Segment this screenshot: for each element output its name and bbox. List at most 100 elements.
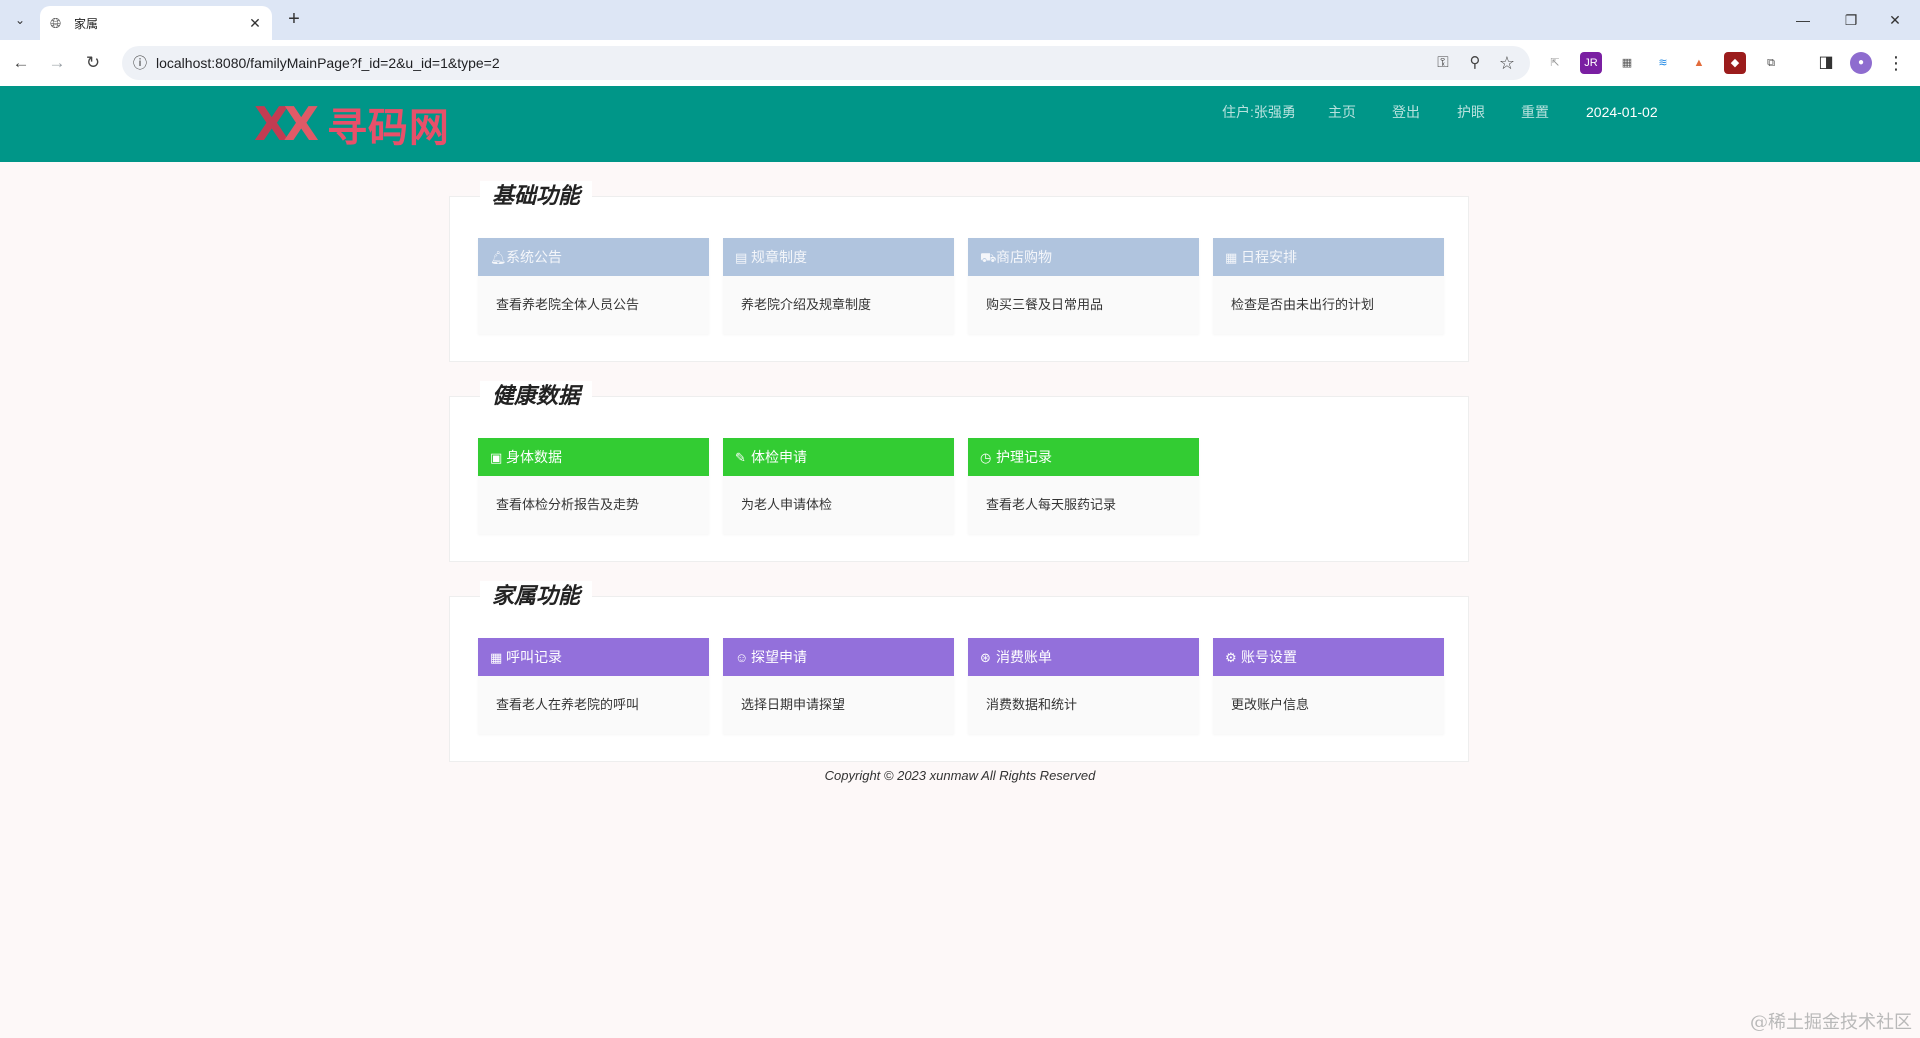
calendar-icon: ▦: [1225, 250, 1238, 265]
card-header[interactable]: ▦ 日程安排: [1213, 238, 1444, 276]
side-panel-icon[interactable]: ◨: [1815, 52, 1837, 74]
card-header[interactable]: ⛟商店购物: [968, 238, 1199, 276]
watermark: @稀土掘金技术社区: [1750, 1012, 1912, 1033]
tab-close-icon[interactable]: ✕: [244, 12, 266, 34]
logo-text: 寻码网: [326, 106, 450, 150]
document-icon: ▤: [735, 250, 748, 265]
edit-icon: ✎: [735, 450, 746, 465]
card-cart[interactable]: ⛟商店购物购买三餐及日常用品: [968, 238, 1199, 334]
card-label: 体检申请: [751, 449, 807, 465]
card-label: 探望申请: [751, 649, 807, 665]
card-clock[interactable]: ◷ 护理记录查看老人每天服药记录: [968, 438, 1199, 534]
section-2: 健康数据 ▣ 身体数据查看体检分析报告及走势 ✎ 体检申请为老人申请体检 ◷ 护理记录查看老…: [449, 381, 1469, 562]
logo[interactable]: XX 寻码网: [254, 97, 450, 151]
nav-reset[interactable]: 重置: [1521, 86, 1549, 162]
back-button[interactable]: ←: [8, 51, 34, 75]
section-title: 健康数据: [480, 381, 593, 411]
card-user[interactable]: ☺ 探望申请选择日期申请探望: [723, 638, 954, 734]
layers-ext-icon[interactable]: ≋: [1652, 52, 1674, 74]
clock-icon: ◷: [980, 450, 992, 465]
card-label: 日程安排: [1241, 249, 1297, 265]
tab-list-button[interactable]: ⌄: [8, 8, 32, 32]
section-title: 基础功能: [480, 181, 593, 211]
card-description: 为老人申请体检: [741, 497, 833, 512]
card-header[interactable]: 🔔︎系统公告: [478, 238, 709, 276]
card-gear[interactable]: ⚙ 账号设置更改账户信息: [1213, 638, 1444, 734]
browser-tab-bar: ⌄ 🌐︎ 家属 ✕ + — ❐ ✕: [0, 0, 1920, 40]
jrebel-ext-icon[interactable]: JR: [1580, 52, 1602, 74]
bookmark-star-icon[interactable]: ☆: [1496, 53, 1518, 73]
puzzle-ext-icon[interactable]: ⧉: [1760, 52, 1782, 74]
card-header[interactable]: ▣ 身体数据: [478, 438, 709, 476]
card-edit[interactable]: ✎ 体检申请为老人申请体检: [723, 438, 954, 534]
forward-button[interactable]: →: [44, 51, 70, 75]
card-chart[interactable]: ▣ 身体数据查看体检分析报告及走势: [478, 438, 709, 534]
card-description: 更改账户信息: [1231, 697, 1310, 712]
browser-menu-icon[interactable]: ⋮: [1885, 52, 1907, 74]
card-header[interactable]: ◷ 护理记录: [968, 438, 1199, 476]
nav-resident[interactable]: 住户:张强勇: [1222, 86, 1296, 162]
url-text[interactable]: localhost:8080/familyMainPage?f_id=2&u_i…: [156, 46, 500, 80]
card-header[interactable]: ⊛ 消费账单: [968, 638, 1199, 676]
store-ext-icon[interactable]: ▦: [1616, 52, 1638, 74]
footer-copyright: Copyright © 2023 xunmaw All Rights Reser…: [824, 768, 1096, 783]
card-description: 查看体检分析报告及走势: [496, 497, 640, 512]
nav-logout[interactable]: 登出: [1392, 86, 1420, 162]
window-close-button[interactable]: ✕: [1872, 6, 1918, 34]
list-icon: ▦: [490, 650, 503, 665]
pyramid-ext-icon[interactable]: ▲: [1688, 52, 1710, 74]
user-icon: ☺: [735, 650, 749, 665]
card-label: 身体数据: [506, 449, 562, 465]
card-money[interactable]: ⊛ 消费账单消费数据和统计: [968, 638, 1199, 734]
logo-mark: XX: [254, 97, 319, 151]
card-description: 选择日期申请探望: [741, 697, 846, 712]
card-bell[interactable]: 🔔︎系统公告查看养老院全体人员公告: [478, 238, 709, 334]
gear-icon: ⚙: [1225, 650, 1237, 665]
card-label: 账号设置: [1241, 649, 1297, 665]
browser-toolbar: ← → ↻ ⓘ localhost:8080/familyMainPage?f_…: [0, 40, 1920, 87]
key-icon[interactable]: ⚿: [1432, 53, 1454, 73]
money-icon: ⊛: [980, 650, 991, 665]
site-info-icon[interactable]: ⓘ: [130, 53, 150, 73]
new-tab-button[interactable]: +: [282, 8, 306, 32]
card-header[interactable]: ▦ 呼叫记录: [478, 638, 709, 676]
restore-button[interactable]: ❐: [1828, 6, 1874, 34]
globe-icon: 🌐︎: [50, 15, 62, 31]
card-description: 消费数据和统计: [986, 697, 1078, 712]
card-label: 系统公告: [506, 249, 562, 265]
card-description: 购买三餐及日常用品: [986, 297, 1104, 312]
minimize-button[interactable]: —: [1780, 6, 1826, 34]
card-description: 查看养老院全体人员公告: [496, 297, 640, 312]
card-list[interactable]: ▦ 呼叫记录查看老人在养老院的呼叫: [478, 638, 709, 734]
section-title: 家属功能: [480, 581, 593, 611]
card-description: 查看老人在养老院的呼叫: [496, 697, 640, 712]
chart-icon: ▣: [490, 450, 503, 465]
bell-icon: 🔔︎: [490, 250, 507, 265]
current-date: 2024-01-02: [1586, 104, 1658, 120]
browser-tab[interactable]: 🌐︎ 家属 ✕: [40, 6, 272, 40]
nav-eye-care[interactable]: 护眼: [1457, 86, 1485, 162]
card-calendar[interactable]: ▦ 日程安排 检查是否由未出行的计划: [1213, 238, 1444, 334]
cart-icon: ⛟: [980, 250, 997, 265]
profile-avatar-icon[interactable]: ●: [1850, 52, 1872, 74]
card-document[interactable]: ▤ 规章制度养老院介绍及规章制度: [723, 238, 954, 334]
card-description: 养老院介绍及规章制度: [741, 297, 872, 312]
card-label: 商店购物: [996, 249, 1052, 265]
section-1: 基础功能 🔔︎系统公告 查看养老院全体人员公告 ▤ 规章制度 养老院介绍及规章制度 ⛟商店购…: [449, 181, 1469, 362]
card-header[interactable]: ⚙ 账号设置: [1213, 638, 1444, 676]
tab-title: 家属: [74, 16, 99, 31]
cursor-ext-icon[interactable]: ⇱: [1544, 52, 1566, 74]
zoom-icon[interactable]: ⚲: [1464, 53, 1486, 73]
card-header[interactable]: ✎ 体检申请: [723, 438, 954, 476]
card-label: 护理记录: [996, 449, 1052, 465]
card-header[interactable]: ☺ 探望申请: [723, 638, 954, 676]
ublock-ext-icon[interactable]: ◆: [1724, 52, 1746, 74]
card-description: 查看老人每天服药记录: [986, 497, 1117, 512]
card-label: 消费账单: [996, 649, 1052, 665]
nav-home[interactable]: 主页: [1328, 86, 1356, 162]
card-header[interactable]: ▤ 规章制度: [723, 238, 954, 276]
site-header: XX 寻码网 住户:张强勇 主页 登出 护眼 重置 2024-01-02: [0, 86, 1920, 162]
address-bar[interactable]: ⓘ localhost:8080/familyMainPage?f_id=2&u…: [122, 46, 1530, 80]
section-3: 家属功能 ▦ 呼叫记录 查看老人在养老院的呼叫 ☺ 探望申请 选择日期申请探望 ⊛ 消费账单 消费…: [449, 581, 1469, 762]
reload-button[interactable]: ↻: [80, 51, 106, 75]
